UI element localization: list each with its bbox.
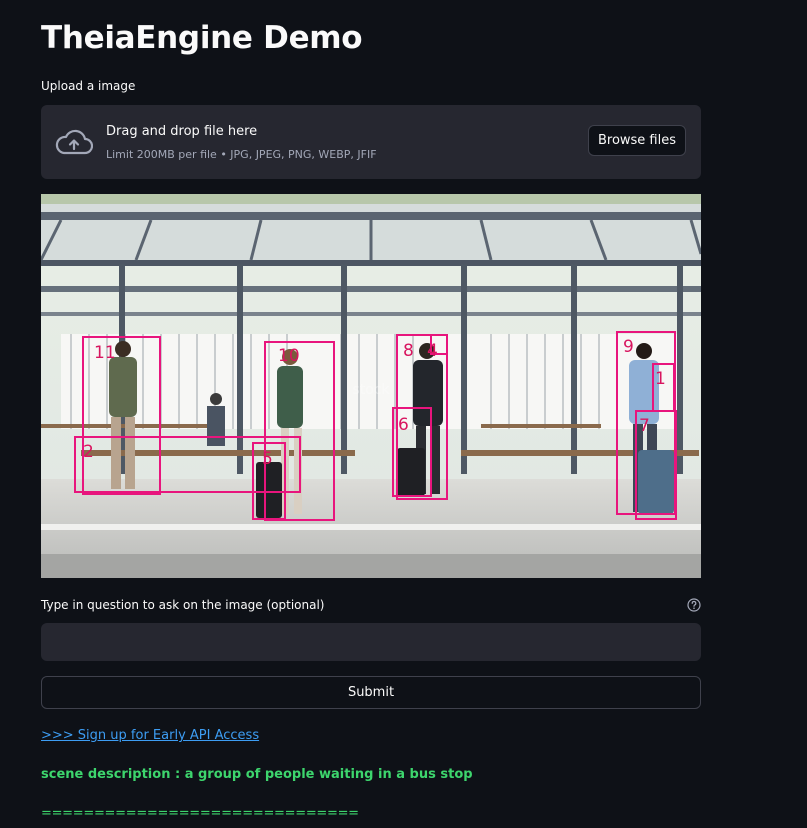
bbox-label: 5 [262, 449, 273, 469]
bbox-label: 11 [94, 343, 116, 363]
scene-description: scene description : a group of people wa… [41, 767, 473, 782]
file-dropzone[interactable]: Drag and drop file here Limit 200MB per … [41, 105, 701, 179]
bbox-label: 1 [655, 369, 666, 389]
result-image: 11 2 10 5 8 4 6 9 1 7 stock [41, 194, 701, 578]
bbox-label: 9 [623, 337, 634, 357]
question-label: Type in question to ask on the image (op… [41, 598, 325, 612]
page-title: TheiaEngine Demo [41, 20, 363, 56]
browse-files-button[interactable]: Browse files [588, 125, 686, 156]
bbox-label: 6 [398, 415, 409, 435]
image-watermark: stock [352, 382, 390, 398]
bbox-label: 2 [83, 442, 94, 462]
dropzone-instructions: Drag and drop file here [106, 124, 258, 139]
submit-button[interactable]: Submit [41, 676, 701, 709]
signup-link[interactable]: >>> Sign up for Early API Access [41, 728, 259, 743]
upload-label: Upload a image [41, 79, 136, 93]
question-input[interactable] [41, 623, 701, 661]
dropzone-limit: Limit 200MB per file • JPG, JPEG, PNG, W… [106, 148, 377, 161]
cloud-upload-icon [55, 129, 93, 155]
bbox-label: 8 [403, 341, 414, 361]
help-circle-icon[interactable] [687, 598, 701, 612]
bbox-label: 4 [427, 341, 438, 361]
result-divider: ============================== [41, 806, 359, 821]
bbox-label: 10 [278, 346, 300, 366]
bbox-label: 7 [639, 416, 650, 436]
